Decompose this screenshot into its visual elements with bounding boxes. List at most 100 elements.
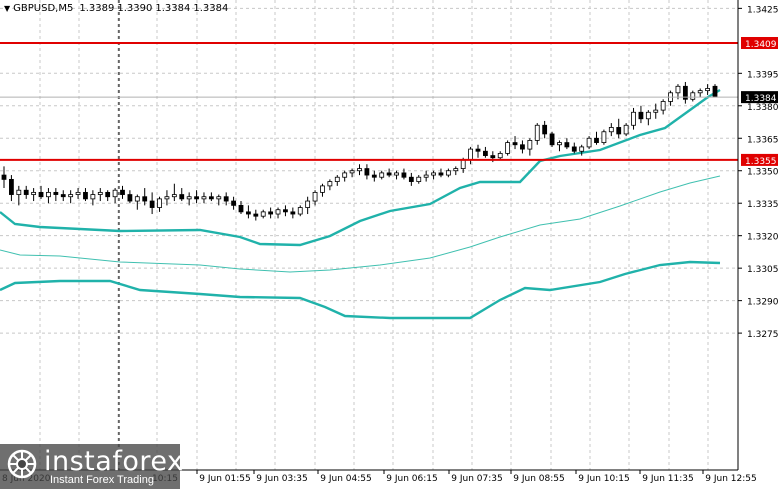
time-tick-label: 9 Jun 11:35 xyxy=(642,474,693,484)
price-tick-label: 1.3335 xyxy=(747,200,779,210)
candle-body xyxy=(142,196,148,202)
chart-header: ▼ GBPUSD,M5 1.3389 1.3390 1.3384 1.3384 xyxy=(4,3,231,14)
candle-body xyxy=(460,159,466,169)
candle-body xyxy=(527,140,533,150)
price-tick-label: 1.3275 xyxy=(747,330,779,340)
time-tick-label: 9 Jun 06:15 xyxy=(386,474,437,484)
candle-body xyxy=(468,148,473,161)
candle-body xyxy=(16,189,22,195)
candle-body xyxy=(438,172,444,176)
candle-body xyxy=(520,144,525,150)
candle-body xyxy=(275,209,281,215)
time-tick-label: 9 Jun 04:55 xyxy=(320,474,371,484)
candle-body xyxy=(216,196,222,200)
candle-body xyxy=(638,111,644,120)
symbol-label: GBPUSD,M5 xyxy=(13,3,74,14)
candle-body xyxy=(349,170,355,174)
candle-body xyxy=(320,185,325,193)
candle-body xyxy=(90,194,96,200)
candle-body xyxy=(549,133,555,146)
candle-body xyxy=(75,191,81,195)
candle-body xyxy=(179,194,185,200)
candle-body xyxy=(542,124,548,135)
candle-body xyxy=(483,150,488,156)
candle-body xyxy=(394,172,399,176)
candle-body xyxy=(327,181,333,187)
candle-body xyxy=(675,85,681,94)
candle-body xyxy=(475,148,481,152)
candle-body xyxy=(68,194,74,198)
price-tick-label: 1.3425 xyxy=(747,5,779,15)
candle-body xyxy=(371,174,377,178)
chart-window[interactable]: 1.3409 1.3355 1.3384 1.3425 1.3395 1.3380 1.3… xyxy=(0,0,781,489)
candle-body xyxy=(586,137,592,148)
candle-body xyxy=(223,196,229,202)
candle-body xyxy=(208,196,214,200)
candle-body xyxy=(579,146,585,152)
candle-body xyxy=(608,127,614,133)
candle-body xyxy=(564,142,570,148)
candle-body xyxy=(23,189,29,195)
candle-body xyxy=(60,194,66,198)
candle-body xyxy=(431,172,436,176)
candle-body xyxy=(401,172,407,178)
price-tick-label: 1.3350 xyxy=(747,168,779,178)
candle-body xyxy=(379,172,385,178)
candle-body xyxy=(594,137,599,143)
candle-body xyxy=(53,191,59,195)
high-price: 1.3390 xyxy=(117,3,153,14)
candle-body xyxy=(423,174,429,178)
candle-body xyxy=(97,191,103,195)
candle-body xyxy=(645,111,651,120)
close-price: 1.3384 xyxy=(193,3,229,14)
candle-body xyxy=(194,196,199,200)
candle-body xyxy=(697,90,703,94)
candle-body xyxy=(134,196,140,202)
candle-body xyxy=(712,85,718,98)
time-tick-label: 9 Jun 08:55 xyxy=(513,474,564,484)
candle-body xyxy=(505,142,511,154)
candle-body xyxy=(9,178,14,195)
level-price-label: 1.3409 xyxy=(745,40,777,50)
candle-body xyxy=(127,194,133,202)
candle-body xyxy=(512,142,518,146)
candle-body xyxy=(112,189,118,198)
price-tick-label: 1.3290 xyxy=(747,298,779,308)
candle-body xyxy=(616,127,622,135)
price-tick-label: 1.3320 xyxy=(747,233,779,243)
time-tick-label: 9 Jun 10:15 xyxy=(578,474,629,484)
candle-body xyxy=(171,194,177,198)
candle-body xyxy=(557,142,562,146)
candle-body xyxy=(186,196,192,200)
dropdown-triangle-icon[interactable]: ▼ xyxy=(4,4,10,13)
candle-body xyxy=(246,211,251,215)
candle-body xyxy=(416,176,422,182)
candle-body xyxy=(1,174,7,180)
candle-body xyxy=(46,191,51,198)
candle-body xyxy=(386,172,392,176)
candle-body xyxy=(164,196,170,200)
candle-body xyxy=(297,207,303,215)
time-tick-label: 9 Jun 03:35 xyxy=(256,474,307,484)
candle-body xyxy=(631,111,636,126)
candle-body xyxy=(149,200,155,208)
candle-body xyxy=(312,191,318,202)
candle-body xyxy=(105,191,111,198)
candle-body xyxy=(453,168,459,172)
candle-body xyxy=(83,191,88,200)
candle-body xyxy=(571,146,577,152)
candle-body xyxy=(534,124,540,141)
candle-body xyxy=(157,198,162,208)
instaforex-logo-icon xyxy=(7,449,37,479)
price-chart[interactable]: 1.3409 1.3355 1.3384 1.3425 1.3395 1.3380 1.3… xyxy=(0,0,781,489)
candle-body xyxy=(231,200,236,206)
candle-body xyxy=(253,213,259,217)
candle-body xyxy=(268,211,274,215)
candle-body xyxy=(653,109,659,113)
candle-body xyxy=(305,200,311,208)
candle-body xyxy=(120,189,125,195)
low-price: 1.3384 xyxy=(155,3,191,14)
candle-body xyxy=(408,176,414,182)
candle-body xyxy=(38,191,44,198)
candle-body xyxy=(342,172,348,178)
